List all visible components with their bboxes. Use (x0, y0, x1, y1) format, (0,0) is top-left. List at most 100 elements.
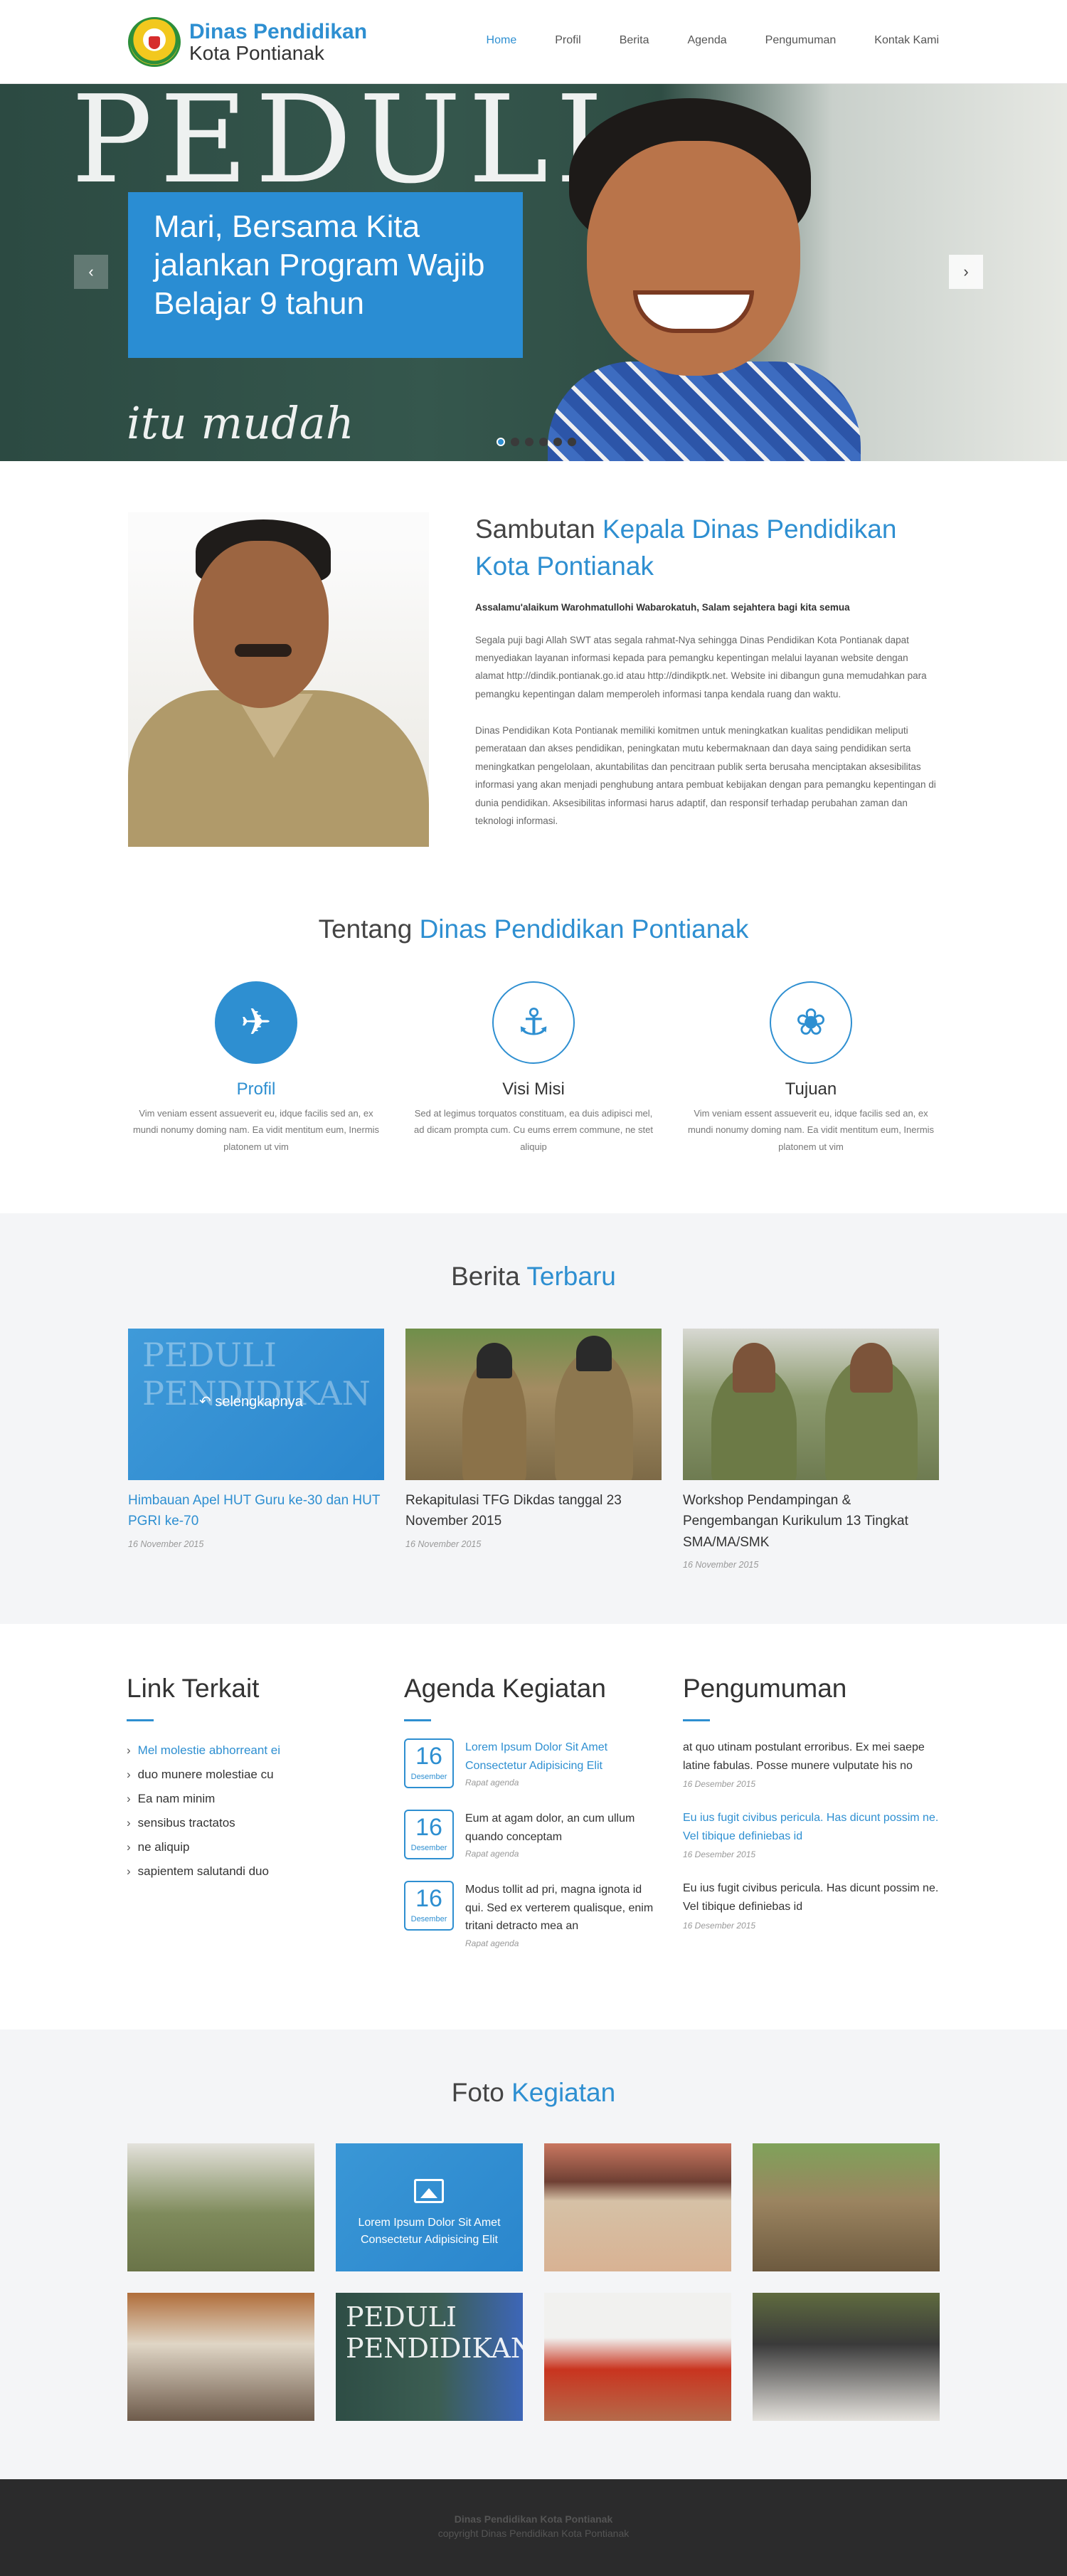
reply-arrow-icon: ↶ (199, 1394, 211, 1410)
feature-text: Sed at legimus torquatos constituam, ea … (414, 1108, 653, 1152)
nav-home[interactable]: Home (487, 34, 517, 47)
about-section: Tentang Dinas Pendidikan Pontianak ✈ Pro… (0, 914, 1067, 1155)
column-title: Link Terkait (127, 1674, 260, 1703)
gallery-photo[interactable] (753, 2293, 940, 2421)
gallery-photo[interactable] (544, 2143, 731, 2271)
announcement-list: Pengumuman at quo utinam postulant error… (683, 1674, 946, 1951)
announcement-text[interactable]: Eu ius fugit civibus pericula. Has dicun… (683, 1809, 946, 1845)
agenda-title[interactable]: Eum at agam dolor, an cum ullum quando c… (465, 1810, 660, 1846)
info-columns: Link Terkait Mel molestie abhorreant ei … (0, 1624, 1067, 2029)
related-link[interactable]: sensibus tractatos (127, 1811, 368, 1835)
news-image[interactable]: PEDULI PENDIDIKAN ↶ selengkapnya (128, 1329, 384, 1480)
airplane-icon: ✈ (215, 981, 297, 1064)
announcement-text[interactable]: Eu ius fugit civibus pericula. Has dicun… (683, 1879, 946, 1916)
chevron-right-icon: › (963, 263, 969, 280)
nav-agenda[interactable]: Agenda (687, 34, 726, 47)
agenda-item[interactable]: 16 Desember Eum at agam dolor, an cum ull… (404, 1810, 660, 1859)
gallery-section: Foto Kegiatan Lorem Ipsum Dolor Sit Amet… (0, 2029, 1067, 2479)
site-logo[interactable]: Dinas Pendidikan Kota Pontianak (128, 17, 367, 67)
read-more-link[interactable]: ↶ selengkapnya (199, 1393, 303, 1410)
gallery-photo[interactable] (127, 2143, 314, 2271)
nav-profil[interactable]: Profil (555, 34, 580, 47)
related-link[interactable]: Mel molestie abhorreant ei (127, 1738, 368, 1763)
news-image[interactable] (683, 1329, 939, 1480)
news-card[interactable]: PEDULI PENDIDIKAN ↶ selengkapnya Himbaua… (128, 1329, 384, 1570)
news-item-date: 16 November 2015 (683, 1560, 759, 1571)
gallery-photo[interactable]: Lorem Ipsum Dolor Sit Amet Consectetur A… (336, 2143, 523, 2271)
welcome-section: Sambutan Kepala Dinas Pendidikan Kota Po… (475, 511, 939, 830)
news-item-title[interactable]: Workshop Pendampingan & Pengembangan Kur… (683, 1490, 939, 1553)
footer-copyright: copyright Dinas Pendidikan Kota Pontiana… (437, 2528, 630, 2539)
agenda-sub: Rapat agenda (465, 1938, 519, 1948)
news-item-title[interactable]: Himbauan Apel HUT Guru ke-30 dan HUT PGR… (128, 1490, 384, 1532)
slider-dot[interactable] (539, 438, 548, 446)
announcement-date: 16 Desember 2015 (683, 1920, 756, 1931)
hero-slider: PEDULI itu mudah Mari, Bersama Kita jala… (0, 84, 1067, 461)
announcement-text[interactable]: at quo utinam postulant erroribus. Ex me… (683, 1738, 946, 1775)
logo-title: Dinas Pendidikan (189, 19, 368, 43)
gallery-photo[interactable]: PEDULI PENDIDIKAN (336, 2293, 523, 2421)
related-links: Link Terkait Mel molestie abhorreant ei … (127, 1674, 368, 1884)
slider-dot[interactable] (511, 438, 519, 446)
slider-dot[interactable] (553, 438, 562, 446)
feature-tujuan[interactable]: ❀ Tujuan Vim veniam essent assueverit eu… (672, 981, 950, 1155)
city-seal-icon (128, 17, 181, 67)
agenda-item[interactable]: 16 Desember Modus tollit ad pri, magna ig… (404, 1881, 660, 1948)
news-section: Berita Terbaru PEDULI PENDIDIKAN ↶ selen… (0, 1213, 1067, 1624)
column-title: Agenda Kegiatan (404, 1674, 606, 1703)
slider-dot[interactable] (497, 438, 505, 446)
gallery-photo[interactable] (753, 2143, 940, 2271)
announcement-date: 16 Desember 2015 (683, 1849, 756, 1860)
feature-title: Tujuan (785, 1080, 837, 1099)
calendar-date: 16 Desember (404, 1810, 454, 1859)
related-link[interactable]: duo munere molestiae cu (127, 1763, 368, 1787)
feature-title: Visi Misi (502, 1080, 565, 1099)
gallery-caption: Lorem Ipsum Dolor Sit Amet Consectetur A… (358, 2217, 501, 2246)
feature-visi-misi[interactable]: ⚓ Visi Misi Sed at legimus torquatos con… (395, 981, 672, 1155)
agenda-item[interactable]: 16 Desember Lorem Ipsum Dolor Sit Amet Co… (404, 1738, 660, 1788)
announcement-item[interactable]: Eu ius fugit civibus pericula. Has dicun… (683, 1809, 946, 1859)
hero-boy-image (548, 98, 861, 461)
column-title: Pengumuman (683, 1674, 847, 1703)
announcement-date: 16 Desember 2015 (683, 1779, 756, 1790)
bug-icon: ❀ (770, 981, 852, 1064)
slider-prev-button[interactable]: ‹ (74, 255, 108, 289)
slider-dot[interactable] (525, 438, 534, 446)
news-item-title[interactable]: Rekapitulasi TFG Dikdas tanggal 23 Novem… (405, 1490, 662, 1532)
site-header: Dinas Pendidikan Kota Pontianak Home Pro… (0, 0, 1067, 84)
calendar-date: 16 Desember (404, 1738, 454, 1788)
news-card[interactable]: Workshop Pendampingan & Pengembangan Kur… (683, 1329, 939, 1570)
announcement-item[interactable]: at quo utinam postulant erroribus. Ex me… (683, 1738, 946, 1789)
related-link[interactable]: sapientem salutandi duo (127, 1859, 368, 1884)
feature-profil[interactable]: ✈ Profil Vim veniam essent assueverit eu… (117, 981, 395, 1155)
slider-next-button[interactable]: › (949, 255, 983, 289)
nav-berita[interactable]: Berita (620, 34, 649, 47)
hero-caption: Mari, Bersama Kita jalankan Program Waji… (128, 192, 523, 358)
nav-pengumuman[interactable]: Pengumuman (765, 34, 837, 47)
nav-kontak[interactable]: Kontak Kami (874, 34, 939, 47)
about-title: Tentang Dinas Pendidikan Pontianak (318, 914, 749, 944)
news-title: Berita Terbaru (451, 1262, 616, 1291)
slider-dot[interactable] (568, 438, 576, 446)
gallery-photo[interactable] (544, 2293, 731, 2421)
feature-title: Profil (236, 1080, 276, 1099)
gallery-title: Foto Kegiatan (451, 2078, 616, 2107)
welcome-paragraph: Dinas Pendidikan Kota Pontianak memiliki… (475, 725, 936, 826)
gallery-photo[interactable] (127, 2293, 314, 2421)
agenda-sub: Rapat agenda (465, 1778, 519, 1788)
related-link[interactable]: ne aliquip (127, 1835, 368, 1859)
announcement-item[interactable]: Eu ius fugit civibus pericula. Has dicun… (683, 1879, 946, 1930)
news-image[interactable] (405, 1329, 662, 1480)
footer-title: Dinas Pendidikan Kota Pontianak (454, 2513, 613, 2525)
news-item-date: 16 November 2015 (128, 1538, 204, 1549)
agenda-title[interactable]: Lorem Ipsum Dolor Sit Amet Consectetur A… (465, 1738, 660, 1775)
related-link[interactable]: Ea nam minim (127, 1787, 368, 1811)
hero-chalk-subtext: itu mudah (127, 397, 354, 449)
news-card[interactable]: Rekapitulasi TFG Dikdas tanggal 23 Novem… (405, 1329, 662, 1570)
agenda-title[interactable]: Modus tollit ad pri, magna ignota id qui… (465, 1881, 660, 1936)
calendar-date: 16 Desember (404, 1881, 454, 1931)
welcome-greeting: Assalamu'alaikum Warohmatullohi Wabaroka… (475, 601, 850, 613)
feature-text: Vim veniam essent assueverit eu, idque f… (132, 1108, 380, 1152)
logo-subtitle: Kota Pontianak (189, 42, 324, 65)
head-of-office-photo (128, 512, 429, 847)
